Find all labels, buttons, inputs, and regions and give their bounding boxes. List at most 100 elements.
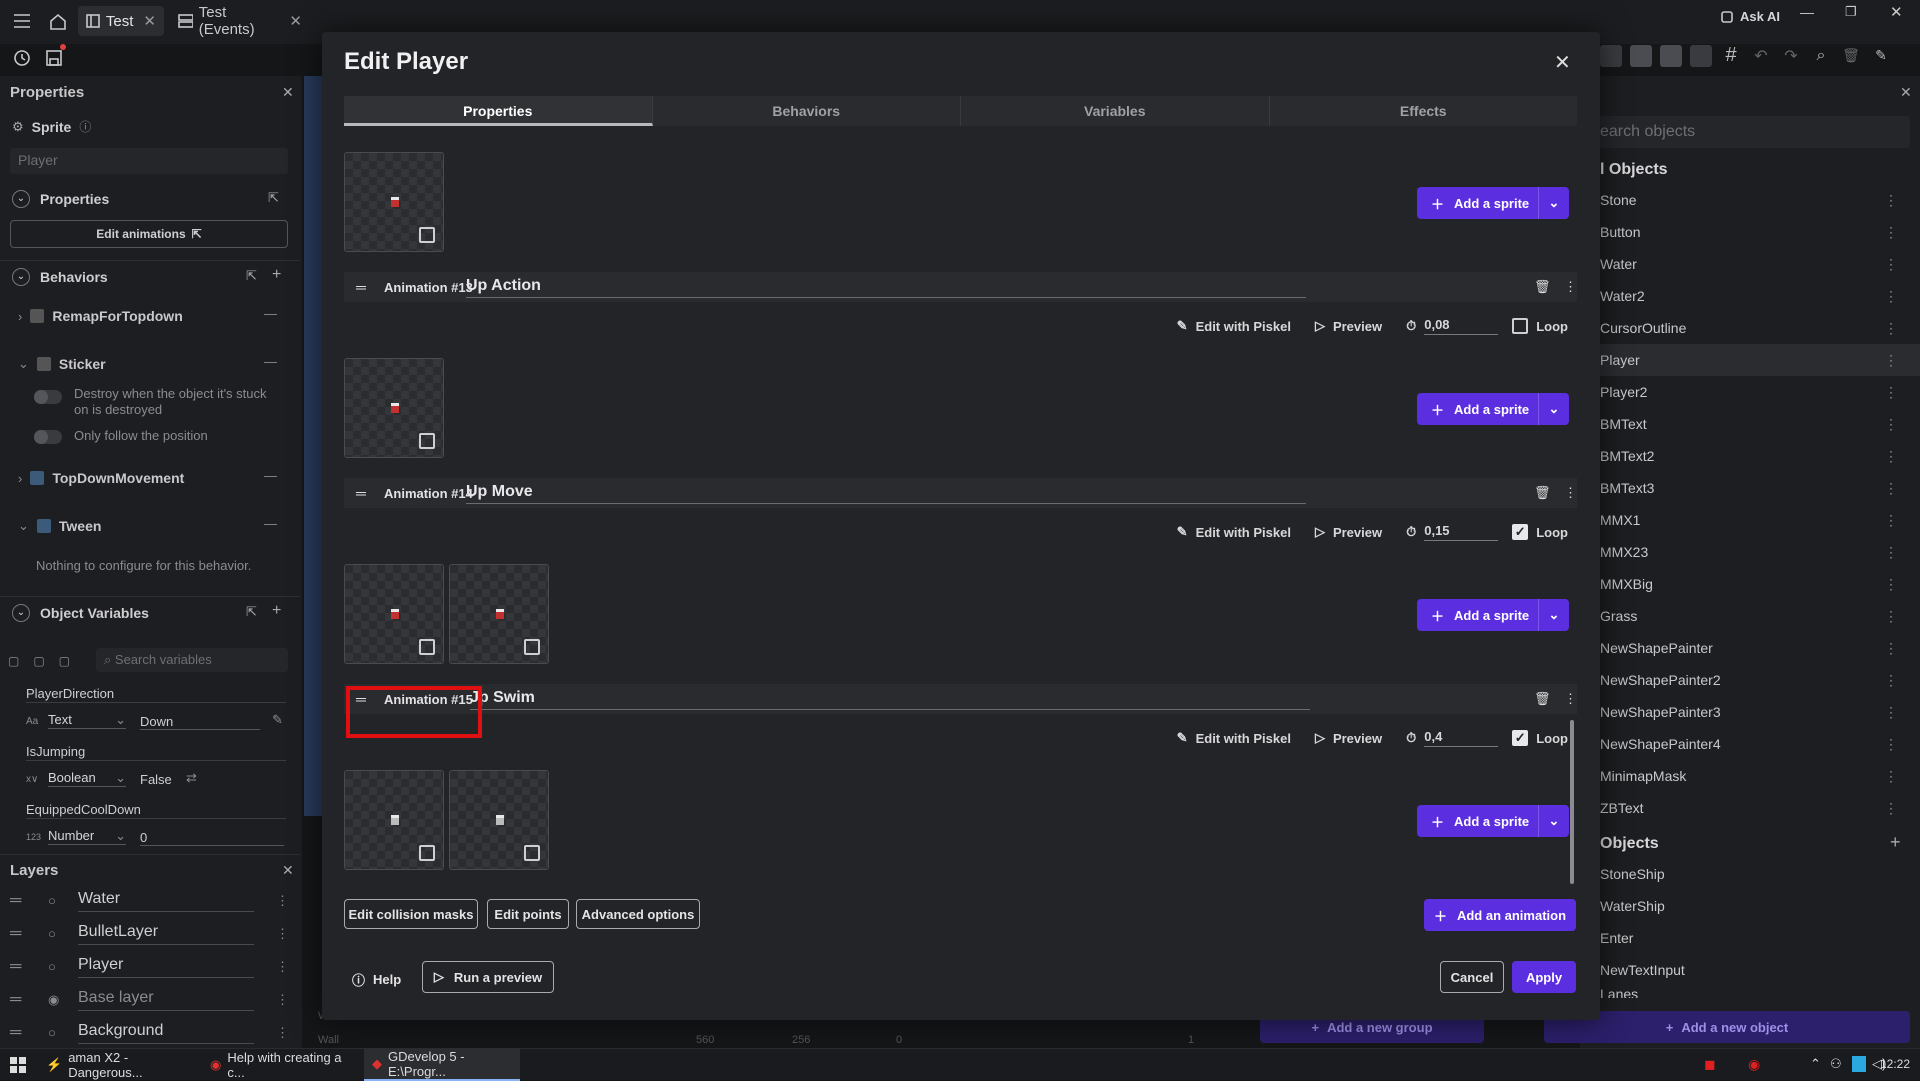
more-icon[interactable]: ⋮ <box>1884 800 1898 817</box>
loop-checkbox-checked[interactable]: ✓ <box>1512 730 1529 746</box>
object-list-item[interactable]: Stone ⋮ <box>1580 184 1920 216</box>
toggle-switch[interactable] <box>34 430 62 444</box>
more-icon[interactable]: ⋮ <box>1884 544 1898 561</box>
add-sprite-button[interactable]: ＋ Add a sprite ⌄ <box>1417 599 1569 631</box>
scene-object-item[interactable]: Enter <box>1580 922 1920 954</box>
edit-icon[interactable]: ✎ <box>272 712 283 728</box>
tab-properties[interactable]: Properties <box>344 96 653 126</box>
more-icon[interactable]: ⋮ <box>276 992 289 1008</box>
redo-icon[interactable]: ↷ <box>1780 46 1802 66</box>
add-sprite-button[interactable]: ＋ Add a sprite ⌄ <box>1417 393 1569 425</box>
behavior-item[interactable]: › TopDownMovement <box>18 470 184 486</box>
frame-checkbox[interactable] <box>524 845 540 861</box>
close-dialog-icon[interactable]: ✕ <box>1554 50 1571 75</box>
sprite-frame[interactable] <box>344 358 444 458</box>
more-icon[interactable]: ⋮ <box>1564 691 1577 707</box>
chevron-down-icon[interactable]: ⌄ <box>1539 813 1569 829</box>
more-icon[interactable]: ⋮ <box>1564 279 1577 295</box>
more-icon[interactable]: ⋮ <box>1884 768 1898 785</box>
drag-handle-icon[interactable]: ═ <box>356 279 366 295</box>
tray-app-icon[interactable] <box>1852 1056 1866 1072</box>
help-button[interactable]: ⓘ Help <box>352 970 401 989</box>
object-list-item[interactable]: MinimapMask ⋮ <box>1580 760 1920 792</box>
ask-ai-button[interactable]: Ask AI <box>1720 9 1780 24</box>
object-list-item[interactable]: MMX23 ⋮ <box>1580 536 1920 568</box>
visibility-icon[interactable]: ○ <box>48 1025 56 1040</box>
cancel-button[interactable]: Cancel <box>1440 961 1504 993</box>
scene-object-item[interactable]: StoneShip <box>1580 858 1920 890</box>
object-list-item[interactable]: CursorOutline ⋮ <box>1580 312 1920 344</box>
edit-scene-icon[interactable]: ✎ <box>1870 47 1892 64</box>
undo-icon[interactable]: ↶ <box>1750 46 1772 66</box>
tab-variables[interactable]: Variables <box>961 96 1270 126</box>
variable-value-input[interactable]: Down <box>140 714 260 730</box>
animation-name-input[interactable]: Up Move <box>466 483 1306 504</box>
variable-type-select[interactable]: Text ⌄ <box>48 712 126 729</box>
object-list-item[interactable]: BMText3 ⋮ <box>1580 472 1920 504</box>
layer-name[interactable]: Player <box>78 956 254 978</box>
animation-name-input[interactable]: Up Action <box>466 277 1306 298</box>
behavior-item[interactable]: ⌄ Tween <box>18 518 101 534</box>
preview-button[interactable]: Preview <box>1333 731 1382 746</box>
chevron-down-icon[interactable]: ⌄ <box>1539 195 1569 211</box>
tab-behaviors[interactable]: Behaviors <box>653 96 961 126</box>
window-close-icon[interactable]: ✕ <box>1890 3 1903 21</box>
tray-app-icon[interactable]: ◼ <box>1704 1056 1716 1073</box>
search-objects-input[interactable]: earch objects <box>1580 116 1910 148</box>
scrollbar[interactable] <box>1570 720 1574 884</box>
variable-value[interactable]: False <box>140 772 172 787</box>
layer-row[interactable]: ═ ○ BulletLayer ⋮ <box>0 917 300 950</box>
taskbar-item-active[interactable]: ◆ GDevelop 5 - E:\Progr... <box>364 1049 520 1081</box>
frame-checkbox[interactable] <box>419 845 435 861</box>
more-icon[interactable]: ⋮ <box>1884 384 1898 401</box>
properties-panel-icon[interactable] <box>1630 44 1652 67</box>
object-list-item[interactable]: NewShapePainter ⋮ <box>1580 632 1920 664</box>
tray-app-icon[interactable]: ◉ <box>1748 1056 1760 1073</box>
variables-section-header[interactable]: ⌄ Object Variables <box>12 604 149 622</box>
more-icon[interactable]: ⋮ <box>1884 256 1898 273</box>
add-object-icon[interactable]: + <box>1890 832 1901 853</box>
more-icon[interactable]: ⋮ <box>1884 352 1898 369</box>
preview-button[interactable]: Preview <box>1333 319 1382 334</box>
more-icon[interactable]: ⋮ <box>1884 224 1898 241</box>
visibility-icon[interactable]: ○ <box>48 959 56 974</box>
close-icon[interactable]: ✕ <box>282 862 294 879</box>
layer-row[interactable]: ═ ○ Water ⋮ <box>0 884 300 917</box>
frame-checkbox[interactable] <box>419 639 435 655</box>
visibility-icon[interactable]: ◉ <box>48 992 59 1008</box>
object-list-item[interactable]: Player ⋮ <box>1580 344 1920 376</box>
restore-icon[interactable]: ❐ <box>1845 4 1857 20</box>
edit-collision-masks-button[interactable]: Edit collision masks <box>344 899 478 929</box>
remove-behavior-icon[interactable]: — <box>264 468 277 483</box>
apply-button[interactable]: Apply <box>1512 961 1576 993</box>
add-sprite-button[interactable]: ＋ Add a sprite ⌄ <box>1417 805 1569 837</box>
object-name-input[interactable]: Player <box>10 148 288 174</box>
delete-icon[interactable]: 🗑 <box>1840 47 1862 64</box>
objects-panel-icon[interactable] <box>1600 44 1622 67</box>
duration-input[interactable]: 0,15 <box>1424 523 1499 541</box>
sprite-frame[interactable] <box>344 564 444 664</box>
object-list-item[interactable]: Button ⋮ <box>1580 216 1920 248</box>
layer-row[interactable]: ═ ○ Player ⋮ <box>0 950 300 983</box>
variable-name[interactable]: IsJumping <box>26 744 85 759</box>
trash-icon[interactable]: 🗑 <box>1534 279 1551 295</box>
object-list-item[interactable]: Grass ⋮ <box>1580 600 1920 632</box>
advanced-options-button[interactable]: Advanced options <box>576 899 700 929</box>
scene-object-item[interactable]: WaterShip <box>1580 890 1920 922</box>
close-icon[interactable]: ✕ <box>1900 84 1912 101</box>
edit-animations-button[interactable]: Edit animations ⇱ <box>10 220 288 248</box>
object-list-item[interactable]: NewShapePainter3 ⋮ <box>1580 696 1920 728</box>
save-icon[interactable] <box>44 48 64 68</box>
layers-panel-icon[interactable] <box>1690 44 1712 67</box>
zoom-icon[interactable]: ⌕ <box>1810 47 1832 65</box>
groups-panel-icon[interactable] <box>1660 44 1682 67</box>
tab-effects[interactable]: Effects <box>1270 96 1578 126</box>
properties-section-header[interactable]: ⌄ Properties <box>12 190 109 208</box>
menu-icon[interactable] <box>12 12 32 30</box>
remove-behavior-icon[interactable]: — <box>264 516 277 531</box>
frame-checkbox[interactable] <box>524 639 540 655</box>
object-list-item[interactable]: Water ⋮ <box>1580 248 1920 280</box>
loop-checkbox[interactable] <box>1512 318 1529 334</box>
object-list-item[interactable]: MMX1 ⋮ <box>1580 504 1920 536</box>
drag-handle-icon[interactable]: ═ <box>10 925 21 943</box>
